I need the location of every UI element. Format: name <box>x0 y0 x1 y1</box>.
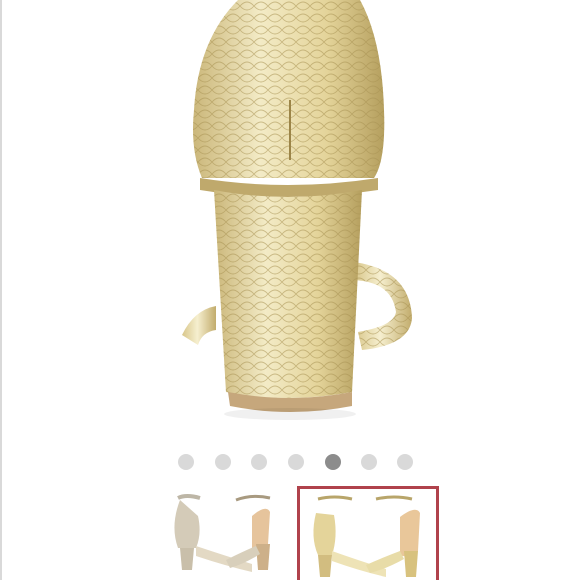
product-main-image[interactable] <box>2 0 580 440</box>
thumbnail-1[interactable] <box>156 486 298 580</box>
carousel-dot-3[interactable] <box>251 454 267 470</box>
carousel-dot-1[interactable] <box>178 454 194 470</box>
carousel-dot-6[interactable] <box>361 454 377 470</box>
thumbnail-strip <box>0 486 580 580</box>
carousel-dot-5-active[interactable] <box>325 454 341 470</box>
gold-heel-back-view-icon <box>182 0 412 420</box>
silver-sandal-pair-icon <box>174 494 271 572</box>
carousel-dots <box>0 452 580 472</box>
gold-sandal-pair-icon <box>313 495 420 577</box>
carousel-dot-7[interactable] <box>397 454 413 470</box>
thumbnail-2-selected[interactable] <box>297 486 439 580</box>
carousel-dot-2[interactable] <box>215 454 231 470</box>
carousel-dot-4[interactable] <box>288 454 304 470</box>
